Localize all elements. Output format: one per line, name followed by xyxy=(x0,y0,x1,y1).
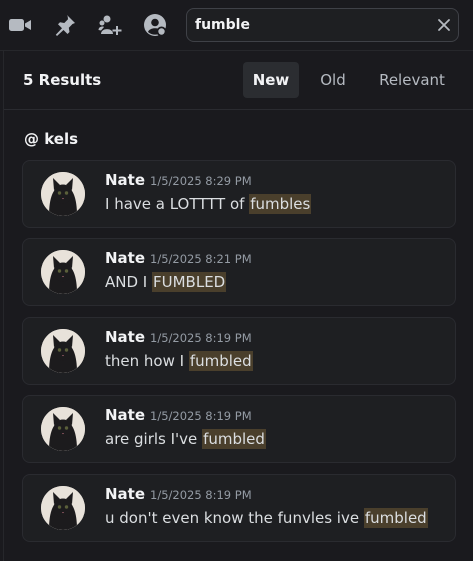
message-author[interactable]: Nate xyxy=(105,485,145,503)
search-highlight: fumbled xyxy=(188,351,253,371)
message-timestamp: 1/5/2025 8:19 PM xyxy=(150,331,252,345)
avatar[interactable] xyxy=(41,250,85,294)
message-timestamp: 1/5/2025 8:29 PM xyxy=(150,174,252,188)
message-author[interactable]: Nate xyxy=(105,171,145,189)
search-result-card[interactable]: Nate 1/5/2025 8:21 PM AND I FUMBLED xyxy=(22,238,456,306)
search-result-card[interactable]: Nate 1/5/2025 8:19 PM u don't even know … xyxy=(22,474,456,542)
pin-icon[interactable] xyxy=(53,13,77,37)
avatar[interactable] xyxy=(41,172,85,216)
search-box[interactable] xyxy=(186,8,459,42)
search-highlight: FUMBLED xyxy=(152,272,227,292)
message-content: I have a LOTTTT of fumbles xyxy=(105,194,312,214)
channel-label: @ kels xyxy=(24,130,79,148)
message-text: u don't even know the funvles ive xyxy=(105,509,364,527)
user-profile-icon[interactable] xyxy=(143,13,167,37)
tab-relevant[interactable]: Relevant xyxy=(370,62,454,98)
search-highlight: fumbled xyxy=(363,508,428,528)
search-results-panel: 5 Results New Old Relevant @ kels Nate 1… xyxy=(3,51,473,561)
top-toolbar xyxy=(0,0,473,51)
message-content: AND I FUMBLED xyxy=(105,272,227,292)
search-highlight: fumbled xyxy=(202,429,266,449)
message-text: are girls I've xyxy=(105,430,203,448)
message-timestamp: 1/5/2025 8:19 PM xyxy=(150,488,252,502)
results-count: 5 Results xyxy=(23,71,102,89)
tab-new[interactable]: New xyxy=(243,62,299,98)
avatar[interactable] xyxy=(41,407,85,451)
search-highlight: fumbles xyxy=(249,194,312,214)
message-timestamp: 1/5/2025 8:19 PM xyxy=(150,409,252,423)
search-input[interactable] xyxy=(195,9,425,41)
message-content: then how I fumbled xyxy=(105,351,253,371)
message-timestamp: 1/5/2025 8:21 PM xyxy=(150,252,252,266)
tab-old[interactable]: Old xyxy=(310,62,356,98)
video-camera-icon[interactable] xyxy=(8,13,32,37)
message-text: I have a LOTTTT of xyxy=(105,195,250,213)
clear-search-icon[interactable] xyxy=(436,17,452,33)
message-author[interactable]: Nate xyxy=(105,406,145,424)
add-member-icon[interactable] xyxy=(98,13,122,37)
avatar[interactable] xyxy=(41,329,85,373)
search-result-card[interactable]: Nate 1/5/2025 8:19 PM are girls I've fum… xyxy=(22,395,456,463)
message-content: u don't even know the funvles ive fumble… xyxy=(105,508,428,528)
message-content: are girls I've fumbled xyxy=(105,429,266,449)
results-header: 5 Results New Old Relevant xyxy=(4,51,473,110)
search-result-card[interactable]: Nate 1/5/2025 8:29 PM I have a LOTTTT of… xyxy=(22,160,456,228)
message-text: then how I xyxy=(105,352,189,370)
avatar[interactable] xyxy=(41,486,85,530)
search-result-card[interactable]: Nate 1/5/2025 8:19 PM then how I fumbled xyxy=(22,317,456,385)
message-author[interactable]: Nate xyxy=(105,328,145,346)
message-author[interactable]: Nate xyxy=(105,249,145,267)
message-text: AND I xyxy=(105,273,152,291)
